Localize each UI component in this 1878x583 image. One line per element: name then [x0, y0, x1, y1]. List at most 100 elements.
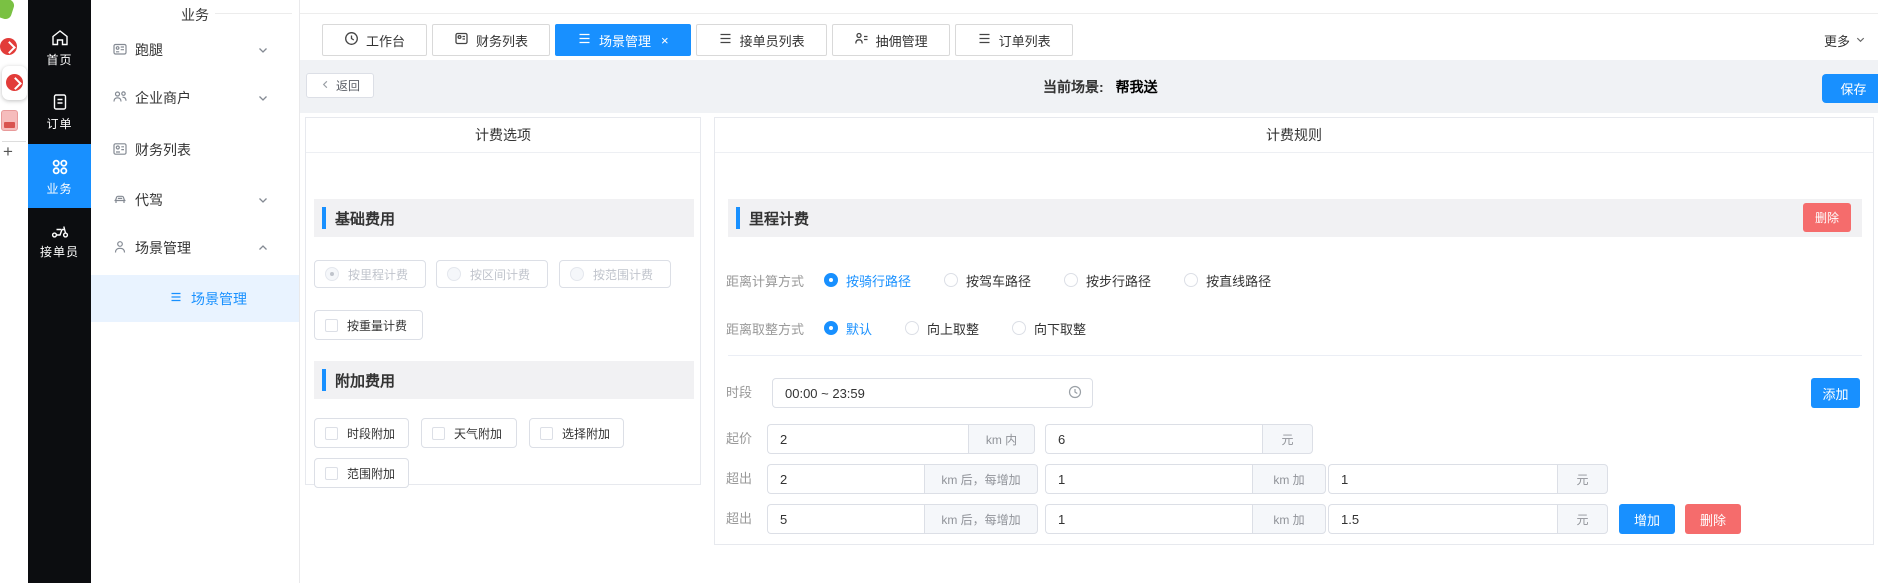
- row-label: 距离取整方式: [726, 319, 804, 338]
- exceed-km-input[interactable]: [767, 464, 924, 494]
- section-accent: [736, 207, 740, 229]
- browser-shortcut-rail: +: [0, 0, 28, 583]
- radio-round-up[interactable]: 向上取整: [905, 319, 979, 338]
- checkbox-select-extra[interactable]: 选择附加: [529, 418, 624, 448]
- add-time-period-button[interactable]: 添加: [1811, 378, 1860, 408]
- radio-icon: [824, 321, 838, 335]
- checkbox-weight-billing[interactable]: 按重量计费: [314, 310, 423, 340]
- sidebar-item-business[interactable]: 业务: [28, 144, 91, 208]
- time-period-field[interactable]: [772, 378, 1093, 408]
- radio-interval-billing: 按区间计费: [436, 260, 548, 288]
- list-icon: [977, 31, 992, 49]
- radio-icon: [824, 273, 838, 287]
- close-icon[interactable]: ×: [661, 34, 669, 47]
- menu-item-scene[interactable]: 场景管理: [91, 228, 299, 268]
- radio-icon: [905, 321, 919, 335]
- save-button[interactable]: 保存: [1822, 74, 1878, 103]
- time-period-input[interactable]: [785, 386, 1068, 401]
- app-screen: + 首页 订单 业务 接单员 业务 跑腿 企业商户: [0, 0, 1878, 583]
- unit-label: 元: [1557, 504, 1608, 534]
- base-km-group: km 内: [767, 424, 1035, 454]
- menu-item-finance[interactable]: 财务列表: [91, 130, 299, 170]
- unit-label: km 后，每增加: [924, 464, 1038, 494]
- chevron-down-icon: [257, 92, 276, 104]
- add-shortcut-button[interactable]: +: [3, 143, 13, 160]
- radio-mileage-billing: 按里程计费: [314, 260, 426, 288]
- back-button[interactable]: 返回: [306, 73, 374, 98]
- exceed-step-group: km 加: [1045, 504, 1326, 534]
- checkbox-time-extra[interactable]: 时段附加: [314, 418, 409, 448]
- person-icon: [112, 239, 135, 258]
- shortcut-red-icon[interactable]: [6, 74, 23, 91]
- base-price-label: 起价: [726, 424, 752, 454]
- tab-workbench[interactable]: 工作台: [322, 24, 427, 56]
- page-tabs: 工作台 财务列表 场景管理 × 接单员列表 抽佣管理 订单列表: [322, 24, 1073, 56]
- main-area: 工作台 财务列表 场景管理 × 接单员列表 抽佣管理 订单列表: [300, 0, 1878, 583]
- exceed-km-group: km 后，每增加: [767, 504, 1038, 534]
- chevron-up-icon: [257, 242, 276, 254]
- sidebar-item-orders[interactable]: 订单: [28, 92, 91, 132]
- chevron-down-icon: [257, 44, 276, 56]
- base-km-input[interactable]: [767, 424, 968, 454]
- add-tier-button[interactable]: 增加: [1619, 504, 1675, 534]
- person-lines-icon: [854, 31, 869, 49]
- unit-label: 元: [1557, 464, 1608, 494]
- radio-riding-route[interactable]: 按骑行路径: [824, 271, 911, 290]
- exceed-step-input[interactable]: [1045, 464, 1252, 494]
- sidebar-item-couriers[interactable]: 接单员: [28, 220, 91, 260]
- menu-item-errand[interactable]: 跑腿: [91, 30, 299, 70]
- checkbox-icon: [325, 319, 338, 332]
- tab-order-list[interactable]: 订单列表: [955, 24, 1073, 56]
- sidebar-item-home[interactable]: 首页: [28, 28, 91, 68]
- scooter-icon: [28, 220, 91, 240]
- shortcut-red-icon[interactable]: [0, 38, 17, 55]
- radio-straight-route[interactable]: 按直线路径: [1184, 271, 1271, 290]
- checkbox-weather-extra[interactable]: 天气附加: [421, 418, 517, 448]
- top-divider: [300, 13, 1878, 14]
- radio-range-billing: 按范围计费: [559, 260, 671, 288]
- apps-icon: [28, 157, 91, 177]
- exceed-km-input[interactable]: [767, 504, 924, 534]
- clock-icon[interactable]: [1068, 385, 1082, 402]
- section-mileage-billing: 里程计费 删除: [728, 199, 1862, 237]
- menu-item-driving[interactable]: 代驾: [91, 180, 299, 220]
- tab-commission[interactable]: 抽佣管理: [832, 24, 950, 56]
- menu-item-merchants[interactable]: 企业商户: [91, 78, 299, 118]
- exceed-label: 超出: [726, 464, 752, 494]
- tab-courier-list[interactable]: 接单员列表: [696, 24, 827, 56]
- order-icon: [28, 92, 91, 112]
- car-icon: [112, 191, 135, 210]
- section-extra-fee: 附加费用: [314, 361, 694, 399]
- chevron-down-icon: [1855, 33, 1866, 48]
- radio-icon: [570, 267, 584, 281]
- base-amount-input[interactable]: [1045, 424, 1262, 454]
- delete-section-button[interactable]: 删除: [1803, 203, 1851, 232]
- shortcut-doc-icon[interactable]: [1, 110, 18, 131]
- shortcut-card[interactable]: [2, 66, 27, 100]
- distance-calc-row: 距离计算方式 按骑行路径 按驾车路径 按步行路径 按直线路径: [726, 270, 1304, 290]
- shortcut-green-icon[interactable]: [0, 0, 16, 21]
- badge-icon: [112, 41, 135, 60]
- exceed-step-input[interactable]: [1045, 504, 1252, 534]
- tab-finance-list[interactable]: 财务列表: [432, 24, 550, 56]
- section-base-fee: 基础费用: [314, 199, 694, 237]
- exceed-amount-input[interactable]: [1328, 504, 1557, 534]
- delete-tier-button[interactable]: 删除: [1685, 504, 1741, 534]
- list-icon: [718, 31, 733, 49]
- checkbox-range-extra[interactable]: 范围附加: [314, 458, 409, 488]
- menu-title-divider: [215, 13, 292, 14]
- tab-scene-management[interactable]: 场景管理 ×: [555, 24, 691, 56]
- more-tabs-button[interactable]: 更多: [1824, 31, 1866, 50]
- submenu-item-scene-management[interactable]: 场景管理: [91, 275, 299, 322]
- radio-driving-route[interactable]: 按驾车路径: [944, 271, 1031, 290]
- exceed-amount-input[interactable]: [1328, 464, 1557, 494]
- radio-round-default[interactable]: 默认: [824, 319, 872, 338]
- radio-icon: [1064, 273, 1078, 287]
- id-card-icon: [112, 141, 135, 160]
- radio-round-down[interactable]: 向下取整: [1012, 319, 1086, 338]
- checkbox-icon: [325, 467, 338, 480]
- people-icon: [112, 89, 135, 108]
- radio-walking-route[interactable]: 按步行路径: [1064, 271, 1151, 290]
- unit-label: 元: [1262, 424, 1313, 454]
- current-scene-label: 当前场景:: [1043, 77, 1104, 97]
